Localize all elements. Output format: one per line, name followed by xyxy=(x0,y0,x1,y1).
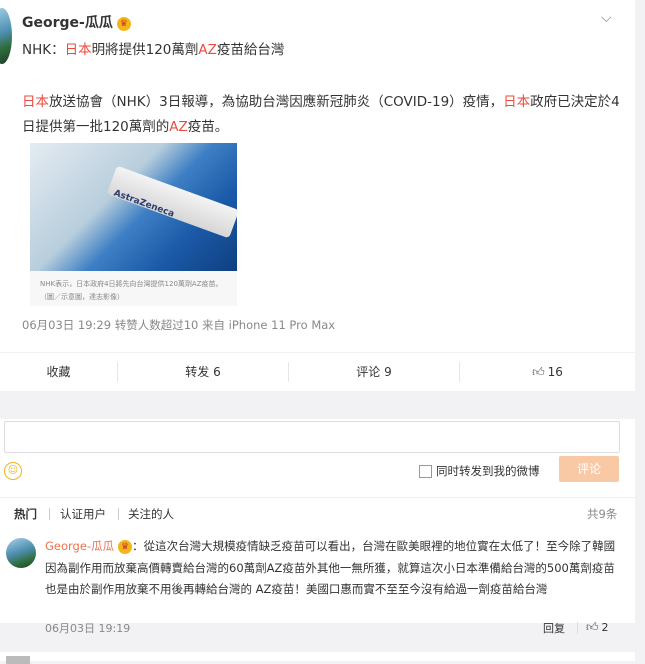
comment-item: George-瓜瓜 ♛ ：從這次台灣大規模疫情缺乏疫苗可以看出，台灣在歐美眼裡的地位… xyxy=(0,528,635,623)
divider xyxy=(118,508,119,520)
body-part: 疫苗。 xyxy=(187,119,229,135)
title-part: 疫苗給台灣 xyxy=(216,42,285,58)
post-title: NHK：日本明將提供120萬劑AZ疫苗給台灣 xyxy=(22,38,284,58)
vip-badge-icon: ♛ xyxy=(118,540,133,554)
vip-badge-icon: ♛ xyxy=(116,17,131,31)
comment-tabs: 热门 认证用户 关注的人 共9条 xyxy=(0,497,635,528)
next-comment-peek xyxy=(0,652,635,664)
keyword-highlight[interactable]: 日本 xyxy=(503,94,530,110)
comment-label: 评论 9 xyxy=(356,365,392,379)
author-avatar[interactable] xyxy=(0,8,12,64)
thumb-up-icon: 👍︎ xyxy=(586,620,599,634)
weibo-card: George-瓜瓜 ♛ ⌵ NHK：日本明將提供120萬劑AZ疫苗給台灣 日本放送… xyxy=(0,0,635,623)
comment-like-button[interactable]: 👍︎ 2 xyxy=(586,620,609,635)
next-commenter-avatar xyxy=(6,656,30,664)
collect-label: 收藏 xyxy=(46,365,71,379)
title-part: 明將提供120萬劑 xyxy=(91,42,199,58)
keyword-highlight[interactable]: AZ xyxy=(198,42,216,58)
tab-verified[interactable]: 认证用户 xyxy=(60,506,106,522)
keyword-highlight[interactable]: 日本 xyxy=(65,42,92,58)
repost-label: 转发 6 xyxy=(185,365,221,379)
commenter-name[interactable]: George-瓜瓜 xyxy=(45,539,114,553)
divider xyxy=(49,508,50,520)
tab-following[interactable]: 关注的人 xyxy=(128,506,174,522)
collect-button[interactable]: 收藏 xyxy=(0,353,117,391)
commenter-avatar[interactable] xyxy=(6,538,36,568)
also-repost-checkbox[interactable] xyxy=(419,465,432,478)
title-part: NHK： xyxy=(22,42,65,58)
post-photo[interactable]: AstraZeneca NHK表示，日本政府4日將先向台灣提供120萬劑AZ疫苗… xyxy=(30,143,237,306)
submit-comment-button[interactable]: 评论 xyxy=(559,456,619,482)
author-name-text[interactable]: George-瓜瓜 xyxy=(22,15,113,31)
post: George-瓜瓜 ♛ ⌵ NHK：日本明將提供120萬劑AZ疫苗給台灣 日本放送… xyxy=(0,0,635,352)
photo-caption: NHK表示，日本政府4日將先向台灣提供120萬劑AZ疫苗。（圖／示意圖，達志影像… xyxy=(40,280,223,301)
action-bar: 收藏 转发 6 评论 9 👍︎ 16 xyxy=(0,352,635,391)
post-body: 日本放送協會（NHK）3日報導，為協助台灣因應新冠肺炎（COVID-19）疫情，… xyxy=(22,90,622,140)
keyword-highlight[interactable]: AZ xyxy=(169,119,187,135)
smiley-icon[interactable]: ☺ xyxy=(4,462,22,480)
comment-count: 共9条 xyxy=(587,507,618,521)
keyword-highlight[interactable]: 日本 xyxy=(22,94,49,110)
body-part: 放送協會（NHK）3日報導，為協助台灣因應新冠肺炎（COVID-19）疫情， xyxy=(49,94,504,110)
thumb-up-icon: 👍︎ xyxy=(532,365,545,379)
author-name[interactable]: George-瓜瓜 ♛ xyxy=(22,12,131,32)
repost-button[interactable]: 转发 6 xyxy=(118,353,288,391)
section-gap xyxy=(0,391,635,419)
chevron-down-icon[interactable]: ⌵ xyxy=(601,10,612,26)
post-meta: 06月03日 19:29 转赞人数超过10 来自 iPhone 11 Pro M… xyxy=(22,318,336,332)
comment-like-count: 2 xyxy=(601,621,609,634)
divider xyxy=(577,622,578,634)
tab-hot[interactable]: 热门 xyxy=(14,506,37,522)
comment-button[interactable]: 评论 9 xyxy=(289,353,459,391)
reply-button[interactable]: 回复 xyxy=(543,620,565,636)
comment-time: 06月03日 19:19 xyxy=(45,622,131,635)
also-repost-label[interactable]: 同时转发到我的微博 xyxy=(436,463,540,479)
comment-compose: ☺ 同时转发到我的微博 评论 xyxy=(0,419,635,497)
like-button[interactable]: 👍︎ 16 xyxy=(460,353,635,391)
comment-text: George-瓜瓜 ♛ ：從這次台灣大規模疫情缺乏疫苗可以看出，台灣在歐美眼裡的地位… xyxy=(45,536,625,601)
comment-input[interactable] xyxy=(4,421,620,453)
like-count: 16 xyxy=(547,365,563,379)
